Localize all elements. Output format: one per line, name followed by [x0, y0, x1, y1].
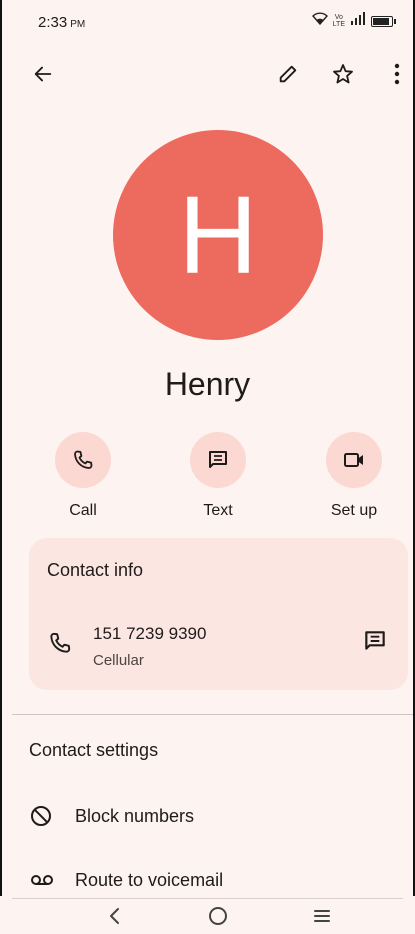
phone-icon [74, 450, 93, 469]
back-arrow-icon[interactable] [27, 58, 59, 90]
phone-number-row[interactable]: 151 7239 9390 Cellular [29, 618, 408, 678]
volte-indicator: Vo LTE [333, 14, 345, 28]
call-label: Call [69, 502, 97, 519]
voicemail-icon [29, 868, 55, 897]
volte-bottom: LTE [332, 21, 345, 28]
nav-back-icon[interactable] [100, 904, 128, 928]
call-action[interactable]: Call [43, 432, 123, 520]
signal-icon [350, 12, 366, 30]
contact-settings-title: Contact settings [29, 740, 159, 760]
contact-avatar: H [113, 130, 323, 340]
video-icon [344, 453, 363, 467]
call-button[interactable] [55, 432, 111, 488]
system-nav-bar [0, 896, 415, 934]
phone-type: Cellular [93, 652, 144, 669]
message-icon[interactable] [362, 628, 388, 659]
block-icon [29, 804, 53, 833]
section-divider [12, 714, 413, 715]
video-setup-action[interactable]: Set up [314, 432, 394, 520]
wifi-icon [311, 12, 328, 30]
nav-recents-icon[interactable] [308, 904, 336, 928]
status-icons: Vo LTE [311, 12, 396, 30]
top-app-bar [0, 50, 415, 98]
more-vert-icon[interactable] [381, 58, 413, 90]
route-to-voicemail-label: Route to voicemail [75, 870, 224, 890]
contact-info-card: Contact info 151 7239 9390 Cellular [29, 538, 408, 690]
text-label: Text [203, 502, 233, 519]
block-numbers-label: Block numbers [75, 806, 195, 826]
status-bar: 2:33 PM Vo LTE [0, 0, 415, 40]
status-time: 2:33 PM [38, 14, 85, 31]
block-numbers-item[interactable]: Block numbers [0, 796, 415, 836]
video-setup-button[interactable] [326, 432, 382, 488]
edit-pencil-icon[interactable] [272, 58, 304, 90]
phone-number: 151 7239 9390 [93, 624, 207, 643]
phone-icon [47, 630, 73, 661]
avatar-initial: H [178, 173, 258, 297]
message-icon [209, 451, 227, 468]
star-outline-icon[interactable] [327, 58, 359, 90]
contact-info-title: Contact info [47, 560, 144, 580]
text-button[interactable] [190, 432, 246, 488]
status-time-period: PM [70, 19, 86, 30]
battery-icon [371, 15, 396, 27]
volte-top: Vo [334, 14, 343, 21]
nav-home-icon[interactable] [204, 904, 232, 928]
text-action[interactable]: Text [178, 432, 258, 520]
video-setup-label: Set up [330, 502, 378, 519]
status-time-value: 2:33 [38, 14, 68, 31]
route-to-voicemail-item[interactable]: Route to voicemail [0, 860, 415, 900]
contact-name: Henry [164, 366, 251, 402]
